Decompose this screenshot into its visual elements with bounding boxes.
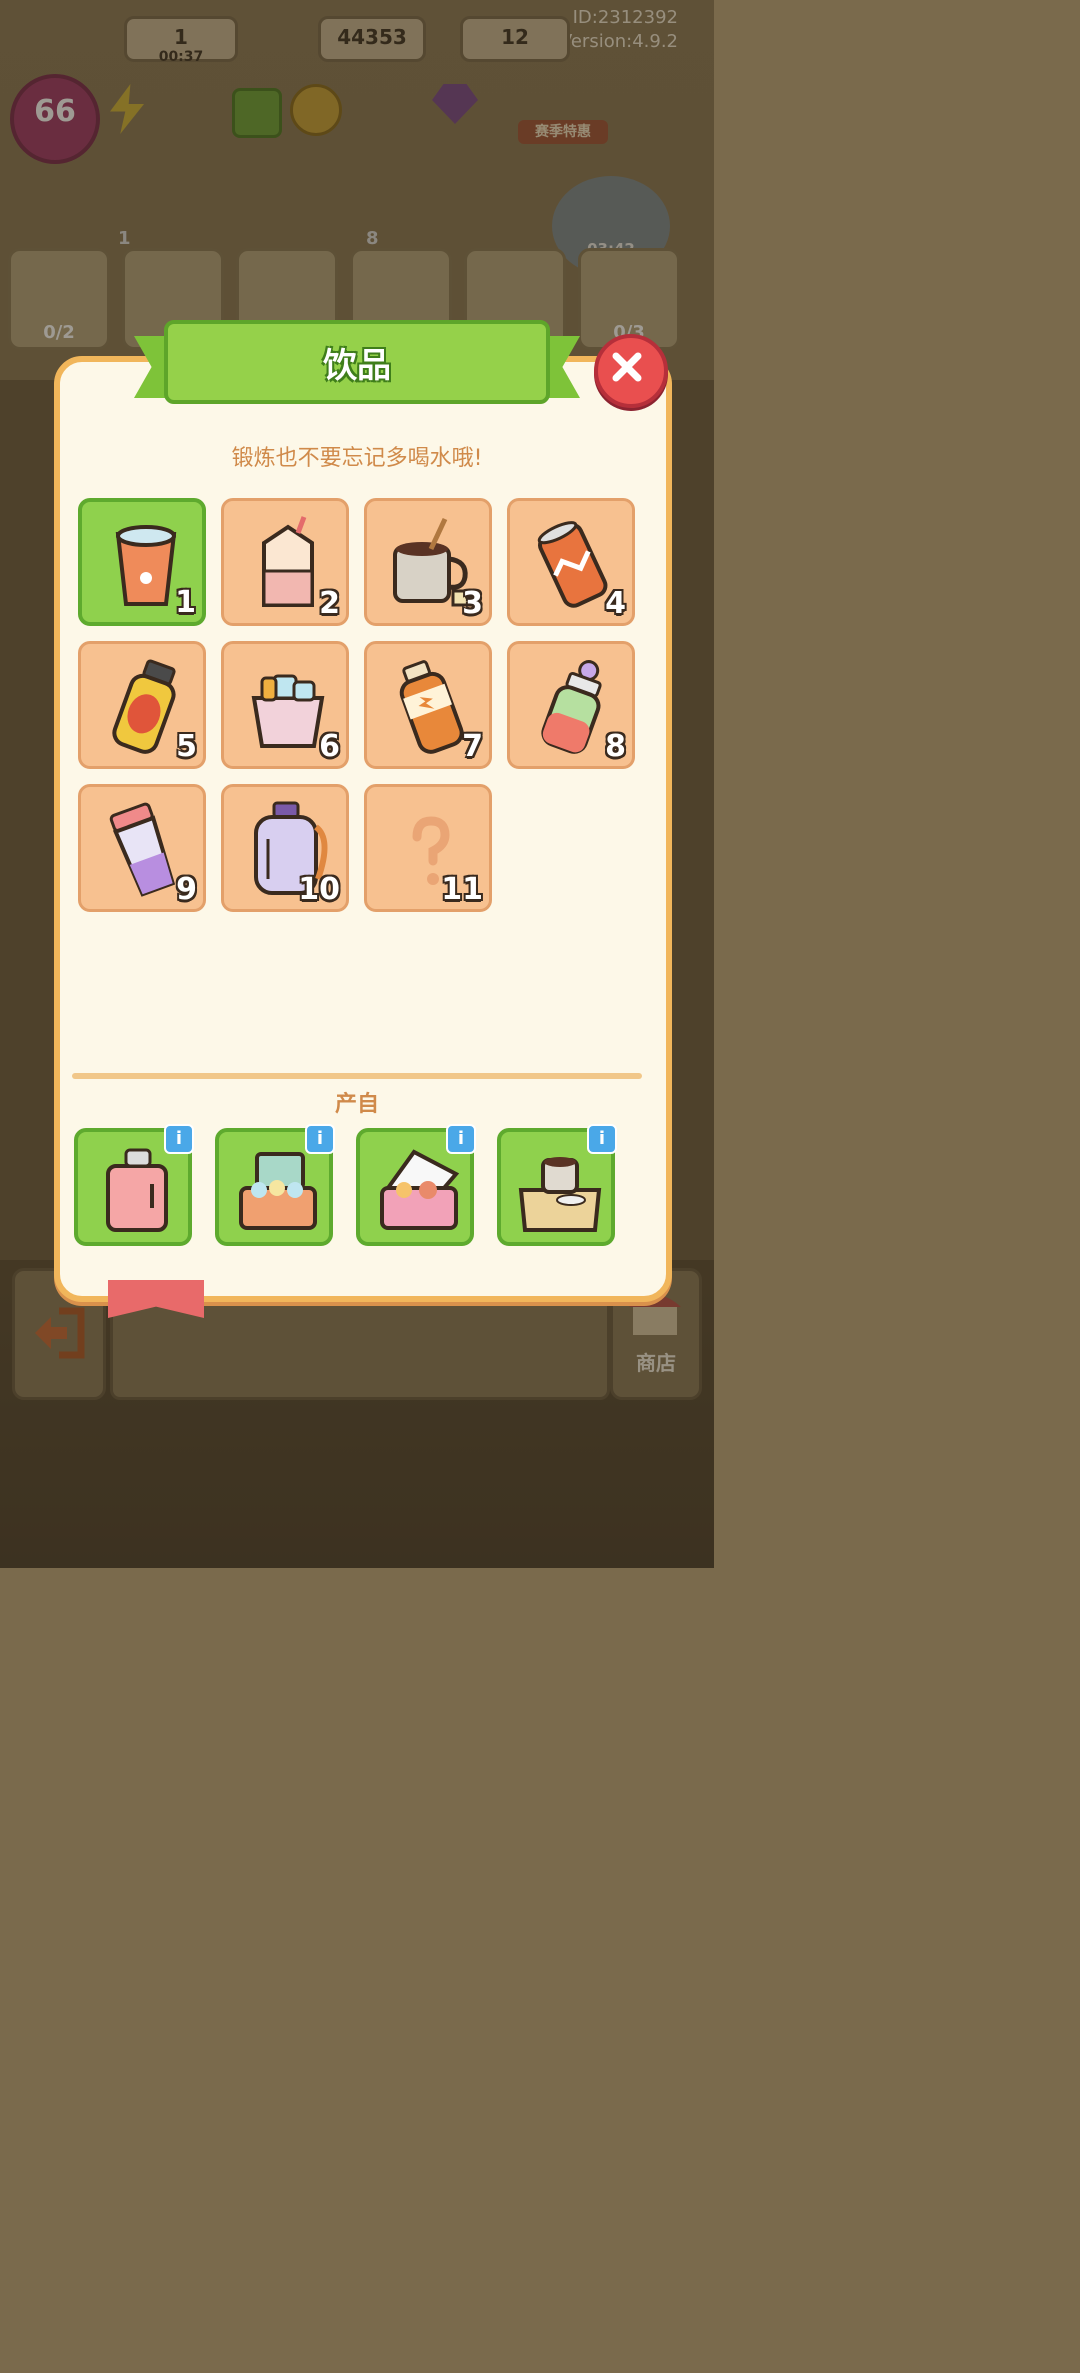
drink-slot-10[interactable]: 10	[221, 784, 349, 912]
info-button[interactable]: i	[164, 1124, 194, 1154]
drink-slot-11[interactable]: 11	[364, 784, 492, 912]
item-number: 10	[298, 872, 340, 907]
dialog-title: 饮品	[323, 346, 391, 386]
info-button[interactable]: i	[305, 1124, 335, 1154]
item-number: 8	[605, 729, 626, 764]
drink-slot-3[interactable]: 3	[364, 498, 492, 626]
title-banner: 饮品	[134, 320, 580, 406]
source-mini-fridge[interactable]: i	[74, 1124, 194, 1246]
item-number: 2	[319, 586, 340, 621]
info-button[interactable]: i	[446, 1124, 476, 1154]
drink-slot-9[interactable]: 9	[78, 784, 206, 912]
drink-slot-7[interactable]: 7	[364, 641, 492, 769]
item-number: 7	[462, 729, 483, 764]
info-button[interactable]: i	[587, 1124, 617, 1154]
source-cooler-box[interactable]: i	[215, 1124, 335, 1246]
pink-cooler-icon	[380, 1149, 460, 1230]
item-number: 4	[605, 586, 626, 621]
close-button[interactable]	[594, 334, 668, 408]
drink-slot-4[interactable]: 4	[507, 498, 635, 626]
dialog-subtitle: 锻炼也不要忘记多喝水哦!	[231, 446, 483, 471]
mini-fridge-icon	[106, 1148, 168, 1232]
drink-slot-5[interactable]: 5	[78, 641, 206, 769]
item-number: 5	[176, 729, 197, 764]
coffee-box-icon	[518, 1157, 602, 1232]
source-label: 产自	[334, 1092, 379, 1117]
source-coffee-box[interactable]: i	[497, 1124, 617, 1246]
drink-slot-2[interactable]: 2	[221, 498, 349, 626]
item-number: 9	[176, 872, 197, 907]
item-number: 6	[319, 729, 340, 764]
drink-slot-1[interactable]: 1	[78, 498, 206, 626]
section-divider	[72, 1073, 642, 1079]
close-icon	[612, 352, 642, 382]
source-pink-cooler[interactable]: i	[356, 1124, 476, 1246]
item-number: 1	[175, 585, 196, 620]
item-number: 11	[441, 872, 483, 907]
drink-slot-8[interactable]: 8	[507, 641, 635, 769]
cooler-box-icon	[239, 1152, 317, 1230]
item-number: 3	[462, 586, 483, 621]
drink-slot-6[interactable]: 6	[221, 641, 349, 769]
